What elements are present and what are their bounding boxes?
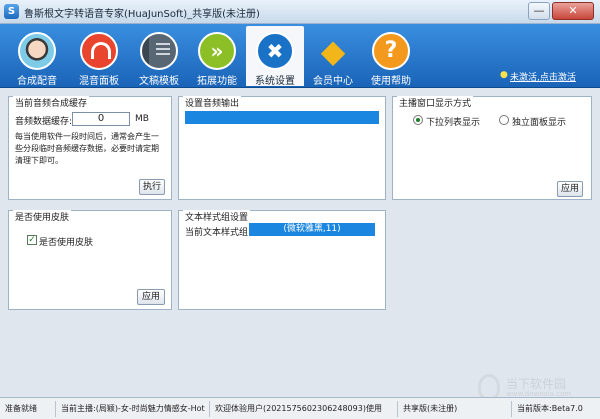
tab-label: 会员中心 xyxy=(313,76,353,87)
tab-label: 合成配音 xyxy=(17,76,57,87)
cache-size-field[interactable]: 0 xyxy=(72,112,130,126)
tab-label: 混音面板 xyxy=(79,76,119,87)
diamond-icon: ◆ xyxy=(320,32,346,70)
headphones-icon xyxy=(80,32,118,70)
tab-label: 系统设置 xyxy=(255,76,295,87)
radio-label: 下拉列表显示 xyxy=(426,118,481,128)
checkbox-label: 是否使用皮肤 xyxy=(39,238,94,248)
text-style-label: 当前文本样式组: xyxy=(185,228,252,238)
dubbing-avatar-icon xyxy=(18,32,56,70)
skin-panel: 是否使用皮肤 ✓ 是否使用皮肤 应用 xyxy=(8,210,172,310)
notebook-icon xyxy=(140,32,178,70)
text-style-panel: 文本样式组设置 当前文本样式组: (微软雅黑,11) xyxy=(178,210,386,310)
apply-skin-button[interactable]: 应用 xyxy=(137,289,165,305)
status-version: 当前版本:Beta7.0 xyxy=(517,404,583,413)
panel-title: 主播窗口显示方式 xyxy=(397,96,474,109)
double-chevron-icon: » xyxy=(198,32,236,70)
window-display-panel: 主播窗口显示方式 下拉列表显示 独立面板显示 应用 xyxy=(392,96,592,200)
window-title: 鲁斯根文字转语音专家(HuaJunSoft)_共享版(未注册) xyxy=(24,9,260,20)
tab-help[interactable]: ? 使用帮助 xyxy=(362,26,420,87)
use-skin-checkbox[interactable]: ✓ xyxy=(27,235,37,245)
panel-title: 是否使用皮肤 xyxy=(13,210,72,223)
activate-link[interactable]: 未激活,点击激活 xyxy=(510,70,576,83)
status-license: 共享版(未注册) xyxy=(400,401,512,417)
tab-mixer[interactable]: 混音面板 xyxy=(70,26,128,87)
tab-label: 使用帮助 xyxy=(371,76,411,87)
tab-extensions[interactable]: » 拓展功能 xyxy=(188,26,246,87)
close-button[interactable]: ✕ xyxy=(552,2,594,20)
question-icon: ? xyxy=(372,32,410,70)
text-style-value[interactable]: (微软雅黑,11) xyxy=(249,223,375,236)
panel-title: 文本样式组设置 xyxy=(183,210,251,223)
title-bar: S 鲁斯根文字转语音专家(HuaJunSoft)_共享版(未注册) — ✕ xyxy=(0,0,600,24)
cache-unit: MB xyxy=(135,114,149,124)
radio-panel-display[interactable] xyxy=(499,115,509,125)
app-logo-icon: S xyxy=(4,4,19,19)
apply-display-button[interactable]: 应用 xyxy=(557,181,583,197)
execute-button[interactable]: 执行 xyxy=(139,179,165,195)
panel-title: 当前音频合成缓存 xyxy=(13,96,90,109)
radio-label: 独立面板显示 xyxy=(512,118,567,128)
cache-description: 每当使用软件一段时间后，通常会产生一些分段临时音频缓存数据，必要时请定期清理下即… xyxy=(15,132,159,165)
tab-settings[interactable]: ✖ 系统设置 xyxy=(246,26,304,87)
wrench-screwdriver-icon: ✖ xyxy=(256,32,294,70)
cache-panel: 当前音频合成缓存 音频数据缓存: 0 MB 每当使用软件一段时间后，通常会产生一… xyxy=(8,96,172,200)
tab-dubbing[interactable]: 合成配音 xyxy=(8,26,66,87)
tab-label: 文稿模板 xyxy=(139,76,179,87)
settings-content: 当前音频合成缓存 音频数据缓存: 0 MB 每当使用软件一段时间后，通常会产生一… xyxy=(6,90,594,400)
status-ready: 准备就绪 xyxy=(2,401,56,417)
tab-label: 拓展功能 xyxy=(197,76,237,87)
tab-vip[interactable]: ◆ 会员中心 xyxy=(304,26,362,87)
radio-dropdown-display[interactable] xyxy=(413,115,423,125)
lightbulb-icon: ● xyxy=(500,70,508,80)
status-user: 欢迎体验用户(2021575602306248093)使用 xyxy=(212,401,398,417)
audio-output-panel: 设置音频输出 xyxy=(178,96,386,200)
status-current-voice: 当前主播:(局颖)-女-时尚魅力情感女-Hot xyxy=(58,401,210,417)
tab-templates[interactable]: 文稿模板 xyxy=(130,26,188,87)
minimize-button[interactable]: — xyxy=(528,2,550,20)
panel-title: 设置音频输出 xyxy=(183,96,242,109)
audio-output-select[interactable] xyxy=(185,111,379,124)
main-toolbar: 合成配音 混音面板 文稿模板 » 拓展功能 ✖ 系统设置 ◆ 会员中心 ? 使用… xyxy=(0,24,600,88)
status-bar: 准备就绪 当前主播:(局颖)-女-时尚魅力情感女-Hot 欢迎体验用户(2021… xyxy=(0,397,600,419)
cache-label: 音频数据缓存: xyxy=(15,117,73,127)
